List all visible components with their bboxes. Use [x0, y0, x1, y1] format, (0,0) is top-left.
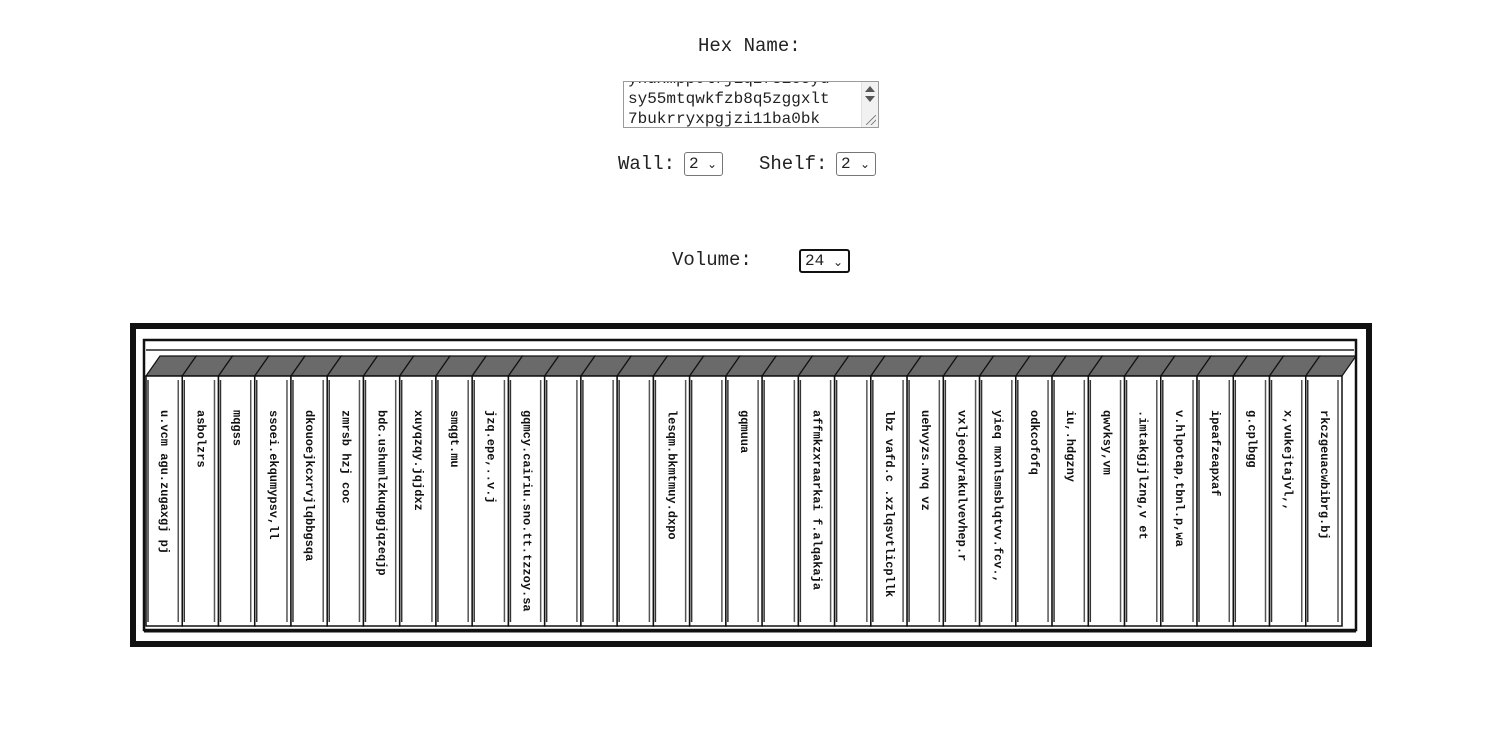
book-title: bdc.ushumlzkuqpgjqzeqjp — [375, 410, 389, 576]
book-title: rkczgeuacwbibrg.bj — [1317, 410, 1331, 540]
book-title: uehvyzs.nvq vz — [918, 410, 932, 511]
books-group: u.vcm agu.zugaxgj pj asbolzrs mqgss ssoei.e… — [144, 355, 1358, 627]
book-title: qwvksy,vm — [1099, 410, 1113, 475]
book-title: iu,.hdgzny — [1063, 410, 1077, 482]
book-title: lesqm.bkmtmuy.dxpo — [665, 410, 679, 540]
book-title: xuyqzqy.jqjdxz — [411, 410, 425, 511]
book-title: affmkzxraarkai f.alqakaja — [809, 410, 823, 590]
book-title: ssoei.ekqumypsv,ll — [266, 410, 280, 540]
book-title: asbolzrs — [193, 410, 207, 468]
book-title: dkouoejkcxrvjlqbbgsqa — [302, 410, 316, 561]
book-title: vxljeodyrakulvevhep.r — [954, 410, 968, 561]
book-title: u.vcm agu.zugaxgj pj — [157, 410, 171, 554]
book-title: g.cplbgg — [1244, 410, 1258, 468]
book-title: yieq mxnlsmsblqtvv.fcv., — [991, 410, 1005, 583]
book-title: x,vukejtajvl,, — [1281, 410, 1295, 511]
book-title: gqmuua — [737, 410, 751, 453]
book-title: ipeafzeapxaf — [1208, 410, 1222, 496]
book-title: odkcofofq — [1027, 410, 1041, 475]
book-title: .imtakgjjlzng,v et — [1136, 410, 1150, 540]
book-title: lbz vafd.c .xzlqsvtlicpllk — [882, 410, 896, 597]
book-title: mqgss — [230, 410, 244, 446]
book-title: gqmcy.cairiu.sno.tt.tzzoy.sa — [520, 410, 534, 612]
book-title: jzq.epe,..v.j — [483, 410, 497, 504]
book-title: zmrsb hzj coc — [338, 410, 352, 504]
bookshelf-illustration: u.vcm agu.zugaxgj pj asbolzrs mqgss ssoei.e… — [130, 323, 1372, 647]
book-title: smqgt.mu — [447, 410, 461, 468]
book-title: v.hlpotap,tbnl.p,wa — [1172, 410, 1186, 547]
